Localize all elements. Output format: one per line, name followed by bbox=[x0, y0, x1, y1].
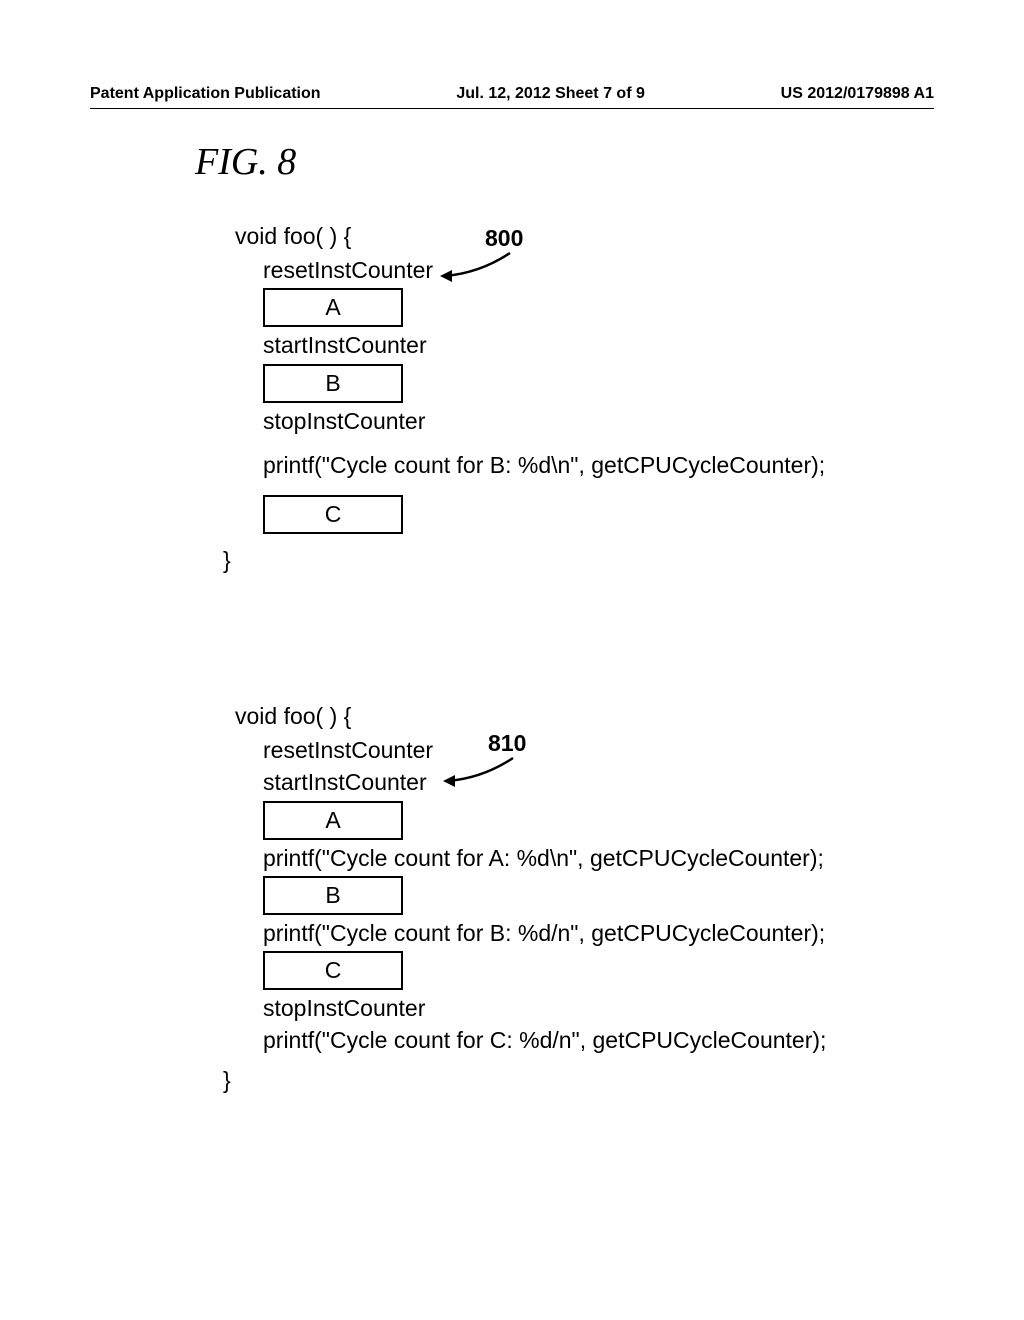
start-counter-statement: startInstCounter bbox=[263, 766, 826, 798]
code-block-800: void foo( ) { resetInstCounter A startIn… bbox=[215, 220, 825, 576]
reset-counter-statement: resetInstCounter bbox=[263, 254, 825, 286]
stop-counter-statement: stopInstCounter bbox=[263, 405, 825, 437]
code-block-a: A bbox=[263, 288, 403, 327]
figure-title: FIG. 8 bbox=[195, 140, 296, 184]
reset-counter-statement: resetInstCounter bbox=[263, 734, 826, 766]
code-block-b: B bbox=[263, 876, 403, 915]
func-close-brace: } bbox=[223, 1064, 826, 1096]
leader-arrow-icon bbox=[433, 753, 523, 788]
code-block-b: B bbox=[263, 364, 403, 403]
func-declaration: void foo( ) { bbox=[235, 700, 826, 732]
code-block-c: C bbox=[263, 495, 403, 534]
stop-counter-statement: stopInstCounter bbox=[263, 992, 826, 1024]
header-left: Patent Application Publication bbox=[90, 85, 321, 103]
code-block-c: C bbox=[263, 951, 403, 990]
printf-a-statement: printf("Cycle count for A: %d\n", getCPU… bbox=[263, 842, 826, 874]
header-right: US 2012/0179898 A1 bbox=[781, 85, 934, 103]
func-declaration: void foo( ) { bbox=[235, 220, 825, 252]
header-center: Jul. 12, 2012 Sheet 7 of 9 bbox=[456, 85, 645, 103]
printf-b-statement: printf("Cycle count for B: %d/n", getCPU… bbox=[263, 917, 826, 949]
page-header: Patent Application Publication Jul. 12, … bbox=[0, 85, 1024, 103]
printf-c-statement: printf("Cycle count for C: %d/n", getCPU… bbox=[263, 1024, 826, 1056]
leader-arrow-icon bbox=[430, 248, 520, 283]
start-counter-statement: startInstCounter bbox=[263, 329, 825, 361]
header-underline bbox=[90, 108, 934, 109]
printf-b-statement: printf("Cycle count for B: %d\n", getCPU… bbox=[263, 449, 825, 481]
code-block-a: A bbox=[263, 801, 403, 840]
func-close-brace: } bbox=[223, 544, 825, 576]
